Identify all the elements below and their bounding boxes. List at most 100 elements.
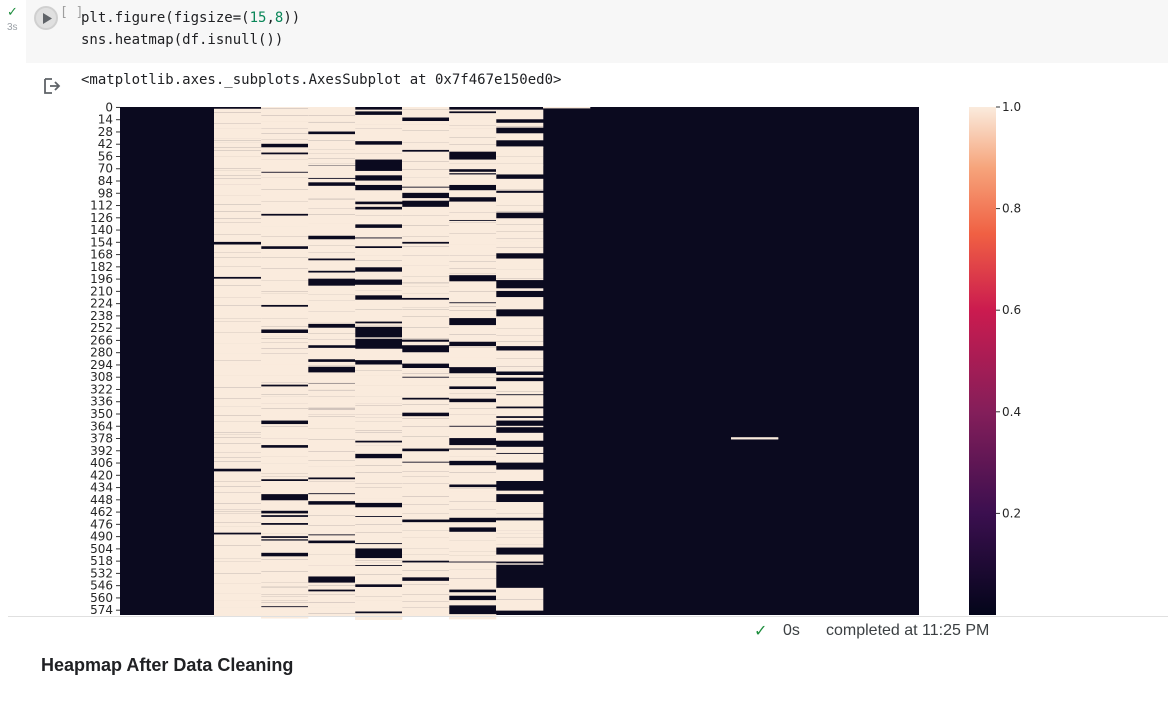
heatmap-cell bbox=[496, 316, 544, 329]
heatmap-cell bbox=[449, 233, 497, 245]
heatmap-cell bbox=[261, 456, 309, 464]
heatmap-cell bbox=[214, 573, 262, 584]
heatmap-cell bbox=[214, 375, 262, 388]
heatmap-cell bbox=[449, 551, 497, 556]
heatmap-cell bbox=[402, 177, 450, 187]
heatmap-cell bbox=[449, 201, 497, 213]
heatmap-cell bbox=[308, 214, 356, 224]
heatmap-cell bbox=[355, 566, 403, 575]
heatmap-cell bbox=[449, 113, 497, 126]
heatmap-cell bbox=[214, 432, 262, 435]
heatmap-cell bbox=[261, 560, 309, 572]
heatmap-cell bbox=[496, 446, 544, 453]
heatmap-cell bbox=[355, 403, 403, 406]
heatmap-cell bbox=[402, 188, 450, 193]
heatmap-cell bbox=[308, 607, 356, 614]
heatmap-cell bbox=[214, 399, 262, 407]
heatmap-cell bbox=[449, 163, 497, 170]
heatmap-cell bbox=[402, 416, 450, 419]
heatmap-cell bbox=[355, 114, 403, 125]
heatmap-cell bbox=[355, 421, 403, 431]
heatmap-cell bbox=[402, 299, 450, 308]
heatmap-cell bbox=[214, 437, 262, 444]
heatmap-cell bbox=[496, 122, 544, 127]
heatmap-cell bbox=[496, 453, 544, 463]
colorbar bbox=[969, 107, 996, 615]
heatmap-cell bbox=[308, 460, 356, 467]
heatmap-cell bbox=[214, 234, 262, 242]
heatmap-cell bbox=[308, 122, 356, 132]
heatmap-cell bbox=[214, 443, 262, 453]
heatmap-cell bbox=[496, 417, 544, 421]
heatmap-cell bbox=[308, 149, 356, 154]
status-duration: 0s bbox=[783, 622, 800, 639]
heatmap-cell bbox=[214, 195, 262, 205]
heatmap-cell bbox=[214, 332, 262, 344]
heatmap-cell bbox=[449, 125, 497, 129]
text-cell-heading[interactable]: Heapmap After Data Cleaning bbox=[41, 655, 293, 676]
heatmap-cell bbox=[261, 476, 309, 480]
heatmap-cell bbox=[496, 341, 544, 347]
heatmap-cell bbox=[496, 231, 544, 234]
heatmap-cell bbox=[402, 462, 450, 472]
heatmap-cell bbox=[308, 439, 356, 452]
heatmap-cell bbox=[355, 238, 403, 247]
heatmap-cell bbox=[496, 258, 544, 270]
heatmap-cell bbox=[449, 306, 497, 311]
heatmap-cell bbox=[355, 248, 403, 256]
heatmap-cell bbox=[308, 479, 356, 482]
heatmap-cell bbox=[496, 537, 544, 545]
heatmap-cell bbox=[308, 365, 356, 367]
heatmap-cell bbox=[402, 580, 450, 585]
heatmap-cell bbox=[261, 280, 309, 292]
heatmap-cell bbox=[308, 382, 356, 384]
heatmap-cell bbox=[261, 154, 309, 160]
heatmap-cell bbox=[214, 257, 262, 267]
heatmap-cell bbox=[402, 530, 450, 538]
heatmap-cell bbox=[449, 491, 497, 502]
heatmap-cell bbox=[449, 159, 497, 164]
heatmap-cell bbox=[402, 206, 450, 216]
heatmap-cell bbox=[355, 532, 403, 544]
heatmap-cell bbox=[214, 285, 262, 298]
heatmap-cell bbox=[261, 403, 309, 409]
heatmap-cell bbox=[496, 211, 544, 213]
heatmap-cell bbox=[496, 192, 544, 206]
heatmap-cell bbox=[449, 578, 497, 590]
heatmap-cell bbox=[214, 171, 262, 176]
heatmap-cell bbox=[308, 208, 356, 215]
heatmap-cell bbox=[261, 306, 309, 319]
heatmap-cell bbox=[261, 257, 309, 269]
heatmap-cell bbox=[214, 522, 262, 527]
heatmap-cell bbox=[214, 461, 262, 469]
heatmap-cell bbox=[355, 432, 403, 441]
heatmap-cell bbox=[449, 334, 497, 342]
heatmap-cell bbox=[402, 426, 450, 437]
heatmap-cell bbox=[449, 220, 497, 223]
heatmap-cell bbox=[402, 555, 450, 561]
heatmap-cell bbox=[402, 562, 450, 571]
heatmap-cell bbox=[308, 322, 356, 324]
heatmap-cell bbox=[308, 554, 356, 566]
heatmap-cell bbox=[355, 516, 403, 525]
heatmap-cell bbox=[402, 451, 450, 462]
heatmap-cell bbox=[261, 128, 309, 134]
heatmap-cell bbox=[355, 396, 403, 404]
heatmap-cell bbox=[261, 394, 309, 397]
heatmap-cell bbox=[261, 336, 309, 339]
heatmap-cell bbox=[214, 211, 262, 219]
heatmap-cell bbox=[402, 283, 450, 287]
heatmap-cell bbox=[261, 602, 309, 607]
heatmap-cell bbox=[308, 602, 356, 608]
colorbar-tick-label: 0.6 bbox=[1002, 303, 1021, 317]
heatmap-cell bbox=[355, 299, 403, 310]
heatmap-cell bbox=[308, 163, 356, 166]
heatmap-cell bbox=[355, 284, 403, 291]
heatmap-cell bbox=[402, 276, 450, 283]
heatmap-cell bbox=[308, 245, 356, 253]
heatmap-cell bbox=[402, 255, 450, 266]
heatmap-cell bbox=[261, 473, 309, 477]
heatmap-cell bbox=[402, 151, 450, 162]
heatmap-cell bbox=[449, 426, 497, 439]
heatmap-cell bbox=[261, 201, 309, 214]
